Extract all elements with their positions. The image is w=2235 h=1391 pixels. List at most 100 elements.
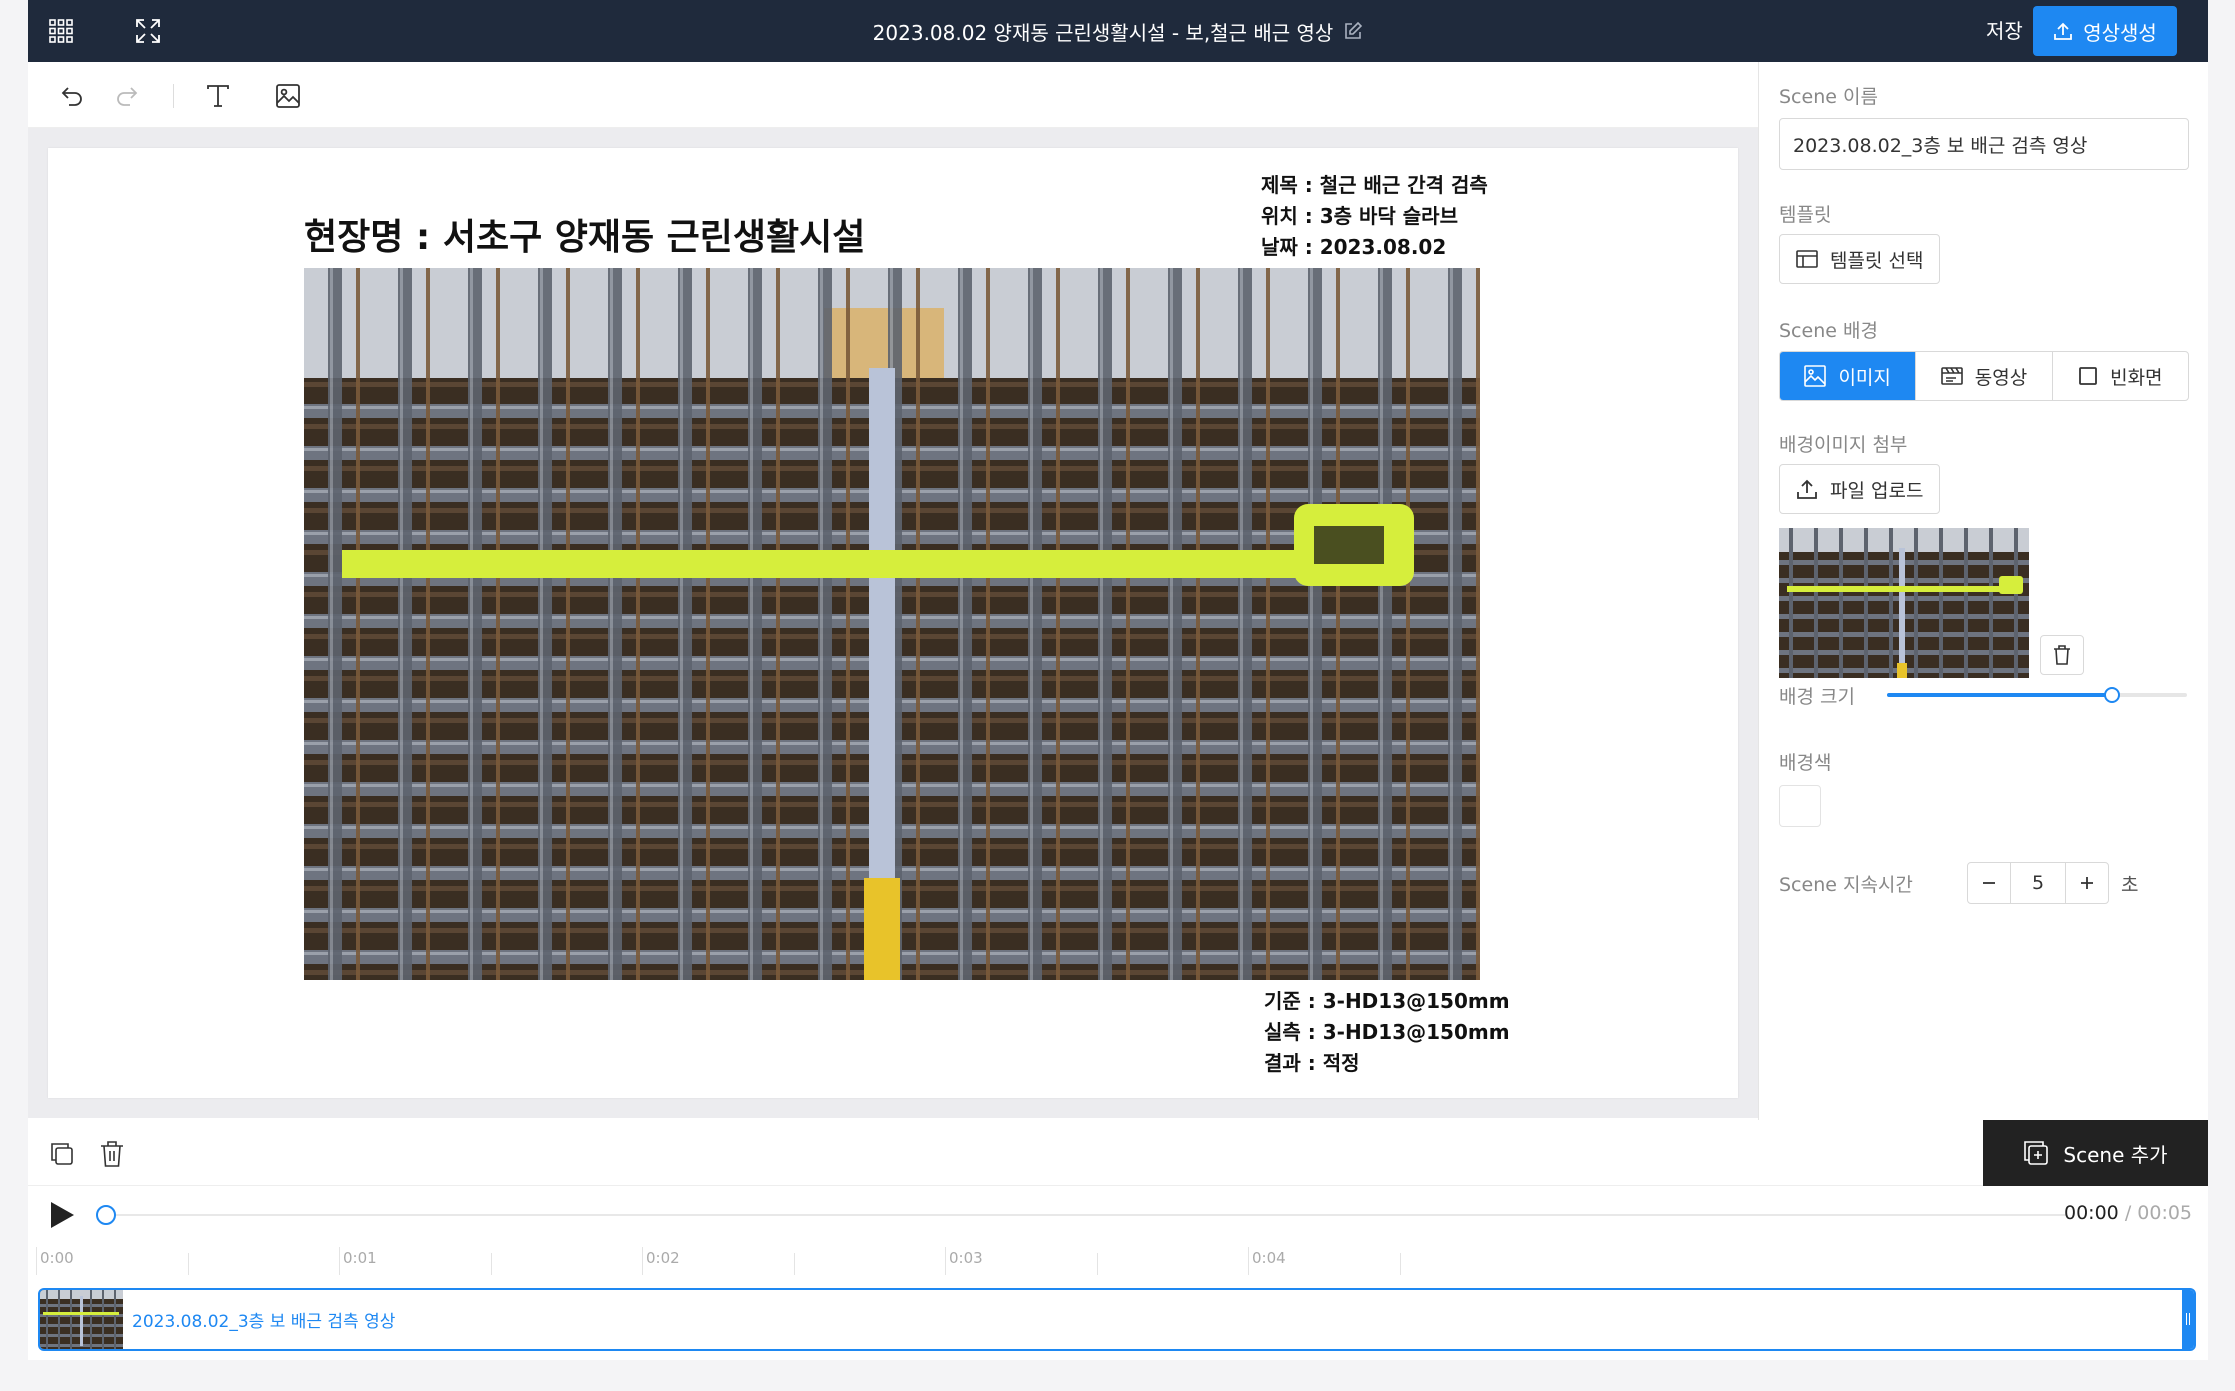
background-option-video[interactable]: 동영상 xyxy=(1915,352,2051,400)
top-bar: 2023.08.02 양재동 근린생활시설 - 보,철근 배근 영상 저장 영상… xyxy=(28,0,2208,62)
time-separator: / xyxy=(2124,1202,2132,1224)
ruler-label: 0:02 xyxy=(646,1249,680,1267)
scene-canvas[interactable]: 현장명 : 서초구 양재동 근린생활시설 제목 : 철근 배근 간격 검측 위치… xyxy=(48,148,1738,1098)
redo-icon[interactable] xyxy=(107,76,147,116)
background-option-blank-label: 빈화면 xyxy=(2110,366,2163,389)
info-location: 위치 : 3층 바닥 슬라브 xyxy=(1261,204,1458,228)
info-block-bottom[interactable]: 기준 : 3-HD13@150mm 실측 : 3-HD13@150mm 결과 :… xyxy=(1264,986,1510,1079)
progress-knob[interactable] xyxy=(96,1205,116,1225)
generate-video-button[interactable]: 영상생성 xyxy=(2033,6,2177,56)
slide-title[interactable]: 현장명 : 서초구 양재동 근린생활시설 xyxy=(304,208,865,260)
ruler-tick xyxy=(339,1247,340,1275)
ruler-tick xyxy=(187,1253,189,1275)
apps-grid-icon[interactable] xyxy=(44,14,78,48)
scene-clip[interactable]: 2023.08.02_3층 보 배근 검측 영상 xyxy=(38,1288,2196,1351)
clip-thumbnail xyxy=(40,1290,123,1349)
ruler-tick xyxy=(1248,1247,1249,1275)
ruler-tick xyxy=(490,1253,492,1275)
current-time: 00:00 xyxy=(2064,1202,2119,1224)
background-option-video-label: 동영상 xyxy=(1974,366,2028,389)
clip-resize-handle[interactable] xyxy=(2182,1290,2194,1349)
timeline-ruler: 0:00 0:01 0:02 0:03 0:04 xyxy=(36,1243,2208,1275)
template-icon xyxy=(1796,248,1818,270)
info-date: 날짜 : 2023.08.02 xyxy=(1261,235,1447,259)
editor: 현장명 : 서초구 양재동 근린생활시설 제목 : 철근 배근 간격 검측 위치… xyxy=(28,62,1758,1120)
edit-pencil-icon[interactable] xyxy=(1343,21,1363,41)
slider-knob[interactable] xyxy=(2104,687,2120,703)
clip-label: 2023.08.02_3층 보 배근 검측 영상 xyxy=(132,1312,396,1332)
ruler-tick xyxy=(1096,1253,1098,1275)
fullscreen-icon[interactable] xyxy=(131,14,165,48)
scene-name-label: Scene 이름 xyxy=(1779,86,1878,108)
info-standard: 기준 : 3-HD13@150mm xyxy=(1264,989,1510,1013)
scene-background-label: Scene 배경 xyxy=(1779,320,1878,342)
undo-icon[interactable] xyxy=(52,76,92,116)
background-type-selector: 이미지 동영상 빈화면 xyxy=(1779,351,2189,401)
project-title-text: 2023.08.02 양재동 근린생활시설 - 보,철근 배근 영상 xyxy=(872,20,1334,45)
copy-icon[interactable] xyxy=(42,1134,82,1174)
project-title: 2023.08.02 양재동 근린생활시설 - 보,철근 배근 영상 xyxy=(28,0,2208,62)
ruler-label: 0:00 xyxy=(40,1249,74,1267)
ruler-tick xyxy=(642,1247,643,1275)
info-result: 결과 : 적정 xyxy=(1264,1051,1360,1075)
text-tool-icon[interactable] xyxy=(198,76,238,116)
increase-duration-button[interactable] xyxy=(2066,863,2108,903)
ruler-tick xyxy=(945,1247,946,1275)
background-size-label: 배경 크기 xyxy=(1779,686,1855,708)
template-select-label: 템플릿 선택 xyxy=(1830,249,1924,272)
trash-icon[interactable] xyxy=(92,1134,132,1174)
timeline-toolbar: Scene 추가 xyxy=(28,1120,2208,1186)
background-color-label: 배경색 xyxy=(1779,752,1832,774)
ruler-tick xyxy=(793,1253,795,1275)
add-scene-button[interactable]: Scene 추가 xyxy=(1983,1120,2208,1186)
toolbar-divider xyxy=(173,84,174,108)
video-icon xyxy=(1940,365,1963,387)
rebar-photo[interactable] xyxy=(304,268,1480,980)
progress-track xyxy=(106,1214,2066,1216)
background-option-blank[interactable]: 빈화면 xyxy=(2051,352,2188,400)
play-icon[interactable] xyxy=(46,1199,78,1231)
background-image-thumbnail[interactable] xyxy=(1779,528,2029,678)
generate-video-label: 영상생성 xyxy=(2083,20,2157,45)
upload-icon xyxy=(1796,478,1818,500)
playback-progress[interactable] xyxy=(96,1205,2066,1225)
upload-icon xyxy=(2053,21,2073,41)
trash-icon xyxy=(2053,645,2071,665)
time-display: 00:00 / 00:05 xyxy=(2064,1202,2192,1224)
playback-bar: 00:00 / 00:05 xyxy=(28,1187,2208,1243)
background-image-label: 배경이미지 첨부 xyxy=(1779,434,1908,456)
editor-toolbar xyxy=(28,62,1758,128)
info-measured: 실측 : 3-HD13@150mm xyxy=(1264,1020,1510,1044)
ruler-label: 0:01 xyxy=(343,1249,377,1267)
info-subject: 제목 : 철근 배근 간격 검측 xyxy=(1261,173,1488,197)
info-block-top[interactable]: 제목 : 철근 배근 간격 검측 위치 : 3층 바닥 슬라브 날짜 : 202… xyxy=(1261,170,1488,263)
ruler-label: 0:03 xyxy=(949,1249,983,1267)
scene-duration-label: Scene 지속시간 xyxy=(1779,874,1913,896)
template-select-button[interactable]: 템플릿 선택 xyxy=(1779,234,1941,284)
template-label: 템플릿 xyxy=(1779,204,1832,226)
total-time: 00:05 xyxy=(2137,1202,2193,1224)
slider-fill xyxy=(1887,693,2112,697)
scene-name-input[interactable] xyxy=(1779,118,2189,170)
decrease-duration-button[interactable] xyxy=(1968,863,2010,903)
ruler-tick xyxy=(1399,1253,1401,1275)
blank-square-icon xyxy=(2078,366,2098,386)
duration-input[interactable] xyxy=(2010,863,2066,903)
add-scene-label: Scene 추가 xyxy=(2063,1142,2168,1167)
background-option-image-label: 이미지 xyxy=(1838,366,1891,389)
background-color-swatch[interactable] xyxy=(1779,785,1821,827)
scene-settings-panel: Scene 이름 템플릿 템플릿 선택 Scene 배경 이미지 xyxy=(1758,62,2208,1120)
image-tool-icon[interactable] xyxy=(268,76,308,116)
save-button[interactable]: 저장 xyxy=(1978,15,2031,47)
background-size-slider[interactable] xyxy=(1887,687,2187,703)
delete-background-button[interactable] xyxy=(2040,635,2084,675)
duration-stepper xyxy=(1967,862,2109,904)
ruler-tick xyxy=(36,1247,37,1275)
canvas-area: 현장명 : 서초구 양재동 근린생활시설 제목 : 철근 배근 간격 검측 위치… xyxy=(28,128,1758,1118)
background-option-image[interactable]: 이미지 xyxy=(1780,352,1916,400)
image-icon xyxy=(1804,365,1827,387)
file-upload-button[interactable]: 파일 업로드 xyxy=(1779,464,1941,514)
duration-unit: 초 xyxy=(2121,874,2139,896)
add-scene-icon xyxy=(2023,1140,2049,1166)
file-upload-label: 파일 업로드 xyxy=(1830,479,1924,502)
